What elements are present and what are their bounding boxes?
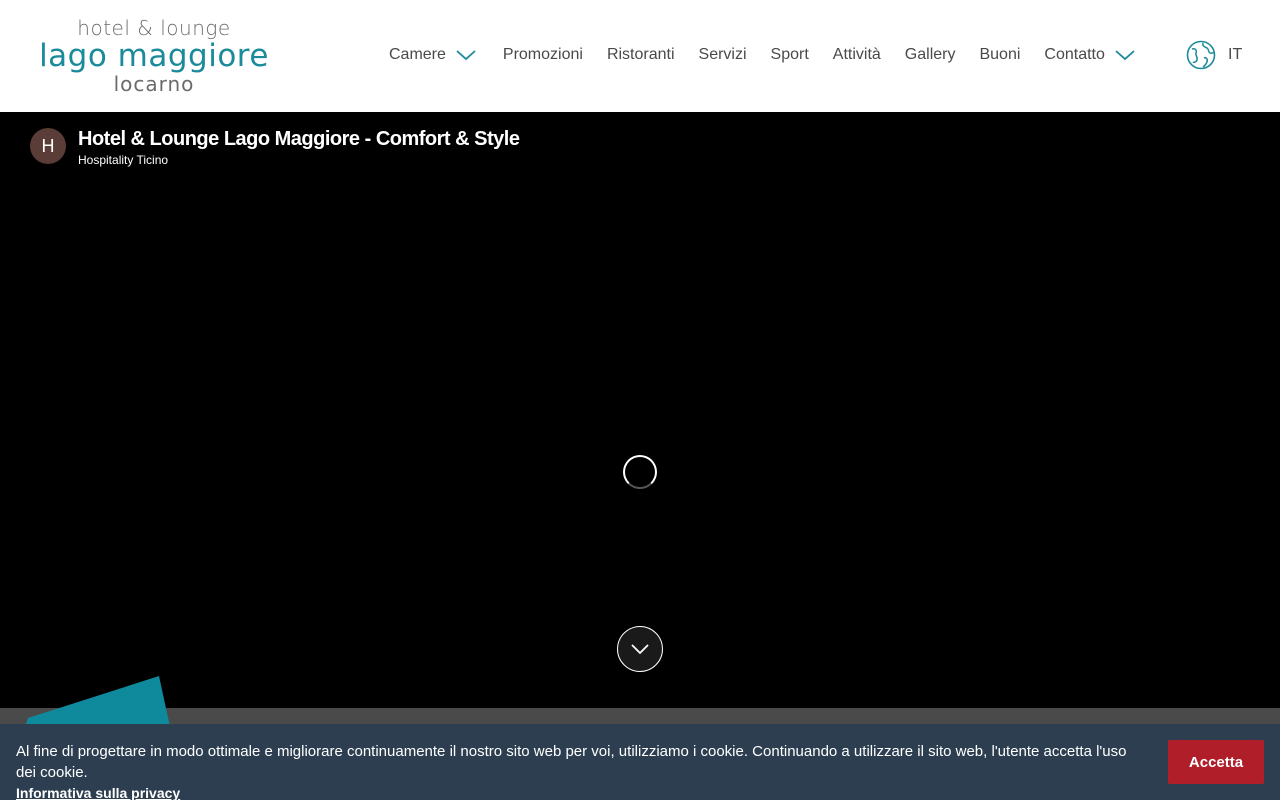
nav-item-buoni[interactable]: Buoni xyxy=(979,46,1020,64)
video-text: Hotel & Lounge Lago Maggiore - Comfort &… xyxy=(78,126,520,168)
chevron-down-icon xyxy=(1115,50,1135,61)
nav-item-label: Contatto xyxy=(1044,46,1105,63)
hotel-logo[interactable]: hotel & lounge lago maggiore locarno xyxy=(38,16,270,96)
video-info: H Hotel & Lounge Lago Maggiore - Comfort… xyxy=(30,126,520,168)
video-title[interactable]: Hotel & Lounge Lago Maggiore - Comfort &… xyxy=(78,126,520,152)
nav-item-label: Buoni xyxy=(979,46,1021,63)
logo-line-hotel-lounge: hotel & lounge xyxy=(77,16,231,40)
nav-item-label: Gallery xyxy=(904,46,956,63)
cookie-banner: Al fine di progettare in modo ottimale e… xyxy=(0,724,1280,800)
chevron-down-icon xyxy=(456,50,476,61)
nav-item-promozioni[interactable]: Promozioni xyxy=(503,46,583,64)
video-player[interactable]: H Hotel & Lounge Lago Maggiore - Comfort… xyxy=(0,112,1280,708)
nav-item-label: Servizi xyxy=(698,46,747,63)
globe-icon xyxy=(1186,40,1216,70)
nav-item-sport[interactable]: Sport xyxy=(771,46,809,64)
nav-item-label: Ristoranti xyxy=(606,46,675,63)
logo-line-locarno: locarno xyxy=(113,72,195,96)
logo-line-lago-maggiore: lago maggiore xyxy=(39,38,269,74)
nav-item-label: Sport xyxy=(770,46,809,63)
main-nav: Camere Promozioni Ristoranti Servizi Spo… xyxy=(389,40,1162,70)
loading-spinner-icon xyxy=(623,455,657,489)
site-header: hotel & lounge lago maggiore locarno Cam… xyxy=(0,0,1280,112)
nav-item-ristoranti[interactable]: Ristoranti xyxy=(607,46,675,64)
channel-name: Hospitality Ticino xyxy=(78,153,169,167)
nav-item-label: Attività xyxy=(832,46,881,63)
language-selector[interactable]: IT xyxy=(1186,39,1242,71)
language-code: IT xyxy=(1228,46,1243,63)
nav-item-servizi[interactable]: Servizi xyxy=(699,46,747,64)
nav-item-attivita[interactable]: Attività xyxy=(833,46,881,64)
nav-item-contatto[interactable]: Contatto xyxy=(1044,46,1135,64)
cookie-message: Al fine di progettare in modo ottimale e… xyxy=(16,743,1127,781)
accept-cookies-button[interactable]: Accetta xyxy=(1168,740,1264,784)
nav-item-label: Camere xyxy=(389,46,446,63)
scroll-down-button[interactable] xyxy=(617,626,663,672)
chevron-down-icon xyxy=(631,644,649,655)
channel-avatar[interactable]: H xyxy=(30,128,66,164)
cookie-message-block: Al fine di progettare in modo ottimale e… xyxy=(16,741,1146,800)
privacy-policy-link[interactable]: Informativa sulla privacy xyxy=(16,783,180,800)
nav-item-gallery[interactable]: Gallery xyxy=(905,46,956,64)
nav-item-label: Promozioni xyxy=(502,46,583,63)
nav-item-camere[interactable]: Camere xyxy=(389,46,477,64)
